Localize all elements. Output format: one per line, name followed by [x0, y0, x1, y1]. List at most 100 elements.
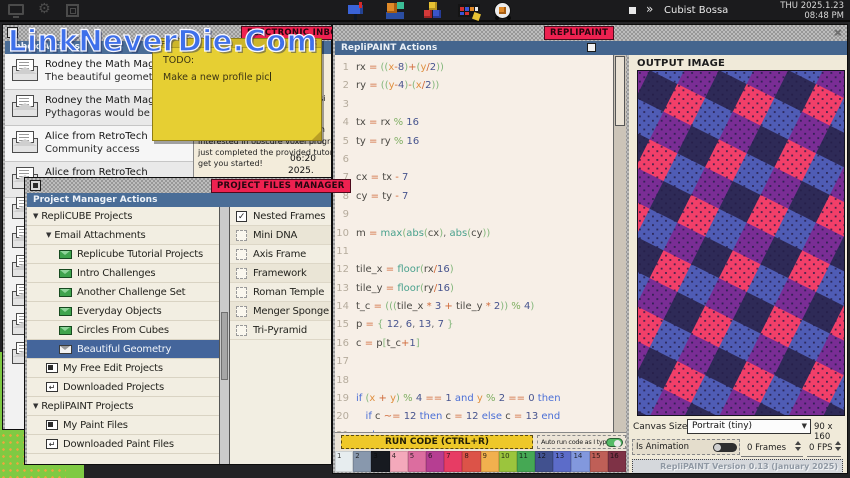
file-checkbox[interactable]: ✓ — [236, 211, 247, 222]
output-image — [637, 70, 845, 416]
palette-swatch-6[interactable]: 6 — [426, 451, 444, 472]
file-checkbox[interactable] — [236, 287, 247, 298]
code-token: and — [455, 393, 474, 404]
run-toolbar: RUN CODE (CTRL+R) Auto run code as I typ… — [335, 432, 626, 451]
tree-item[interactable]: ▼Email Attachments — [27, 226, 219, 245]
code-token: rx — [381, 117, 391, 128]
palette-swatch-11[interactable]: 11 — [517, 451, 535, 472]
replipaint-tag: REPLIPAINT — [544, 26, 614, 40]
code-token: )) — [431, 80, 439, 91]
code-token: ) — [450, 283, 454, 294]
code-token: cx — [428, 228, 439, 239]
window-menu-button[interactable] — [30, 180, 41, 191]
file-list-item[interactable]: Menger Sponge — [230, 302, 331, 321]
code-line: 10m = max(abs(cx), abs(cy)) — [335, 225, 613, 243]
replipaint-titlebar[interactable]: RepliPAINT Actions — [335, 41, 847, 55]
code-token: = — [371, 172, 379, 183]
palette-swatch-15[interactable]: 15 — [590, 451, 608, 472]
run-code-button[interactable]: RUN CODE (CTRL+R) — [341, 435, 533, 449]
tree-item[interactable]: Beautiful Geometry — [27, 340, 219, 359]
tree-item[interactable]: ▼RepliCUBE Projects — [27, 207, 219, 226]
file-checkbox[interactable] — [236, 325, 247, 336]
palette-swatch-8[interactable]: 8 — [462, 451, 480, 472]
tree-item[interactable]: ↵Downloaded Paint Files — [27, 435, 219, 454]
code-token: abs — [450, 228, 468, 239]
envelope-icon — [12, 102, 38, 117]
project-manager-titlebar[interactable]: Project Manager Actions — [27, 193, 331, 207]
envelope-icon — [59, 307, 72, 316]
palette-icon[interactable] — [458, 2, 482, 21]
tree-item[interactable]: Everyday Objects — [27, 302, 219, 321]
palette-swatch-12[interactable]: 12 — [535, 451, 553, 472]
tree-item[interactable]: My Paint Files — [27, 416, 219, 435]
avatar-icon[interactable] — [494, 2, 518, 21]
file-checkbox[interactable] — [236, 249, 247, 260]
pane-splitter-button[interactable] — [587, 43, 596, 52]
palette-swatch-10[interactable]: 10 — [499, 451, 517, 472]
music-skip-icon[interactable]: » — [646, 2, 653, 16]
code-editor[interactable]: 1rx = ((x-8)+(y/2))2ry = ((y-4)-(x/2))34… — [335, 55, 613, 432]
line-number: 17 — [335, 353, 349, 371]
fps-stepper[interactable] — [835, 441, 842, 453]
palette-swatch-7[interactable]: 7 — [444, 451, 462, 472]
replicube-icon[interactable] — [386, 2, 410, 21]
line-number: 13 — [335, 280, 349, 298]
file-list-item[interactable]: Framework — [230, 264, 331, 283]
tree-item[interactable]: Circles From Cubes — [27, 321, 219, 340]
frames-stepper[interactable] — [795, 441, 802, 453]
code-token: == — [425, 393, 442, 404]
mailbox-icon[interactable] — [348, 2, 372, 21]
palette-swatch-16[interactable]: 16 — [608, 451, 626, 472]
tree-item-label: Downloaded Paint Files — [63, 439, 174, 450]
monitor-icon[interactable] — [8, 4, 24, 15]
palette-swatch-1[interactable]: 1 — [335, 451, 353, 472]
file-checkbox[interactable] — [236, 268, 247, 279]
tree-item-label: Replicube Tutorial Projects — [77, 249, 203, 260]
canvas-size-dropdown[interactable]: Portrait (tiny) — [687, 419, 811, 434]
palette-swatch-4[interactable]: 4 — [390, 451, 408, 472]
code-token: ) — [450, 264, 454, 275]
tree-item[interactable]: Replicube Tutorial Projects — [27, 245, 219, 264]
file-list-item[interactable]: Roman Temple — [230, 283, 331, 302]
code-scrollbar[interactable] — [613, 55, 626, 432]
swatch-number: 3 — [373, 452, 377, 460]
music-stop-icon[interactable]: ■ — [629, 7, 636, 14]
tree-item[interactable]: ▼RepliPAINT Projects — [27, 397, 219, 416]
sticky-note-line: Make a new profile pic — [163, 72, 271, 83]
tree-item-label: Email Attachments — [54, 230, 145, 241]
palette-swatch-5[interactable]: 5 — [408, 451, 426, 472]
code-token: ~= — [384, 411, 401, 422]
tree-item[interactable]: My Free Edit Projects — [27, 359, 219, 378]
save-icon[interactable] — [66, 4, 79, 17]
is-animation-toggle[interactable] — [713, 443, 737, 452]
tree-item[interactable]: ↵Downloaded Projects — [27, 378, 219, 397]
swatch-number: 2 — [355, 452, 359, 460]
palette-swatch-9[interactable]: 9 — [481, 451, 499, 472]
scrollbar-thumb[interactable] — [615, 56, 625, 126]
close-icon[interactable]: × — [833, 27, 842, 39]
tree-item[interactable]: Another Challenge Set — [27, 283, 219, 302]
code-token: floor — [397, 264, 420, 275]
code-token: max — [381, 228, 403, 239]
file-list-item[interactable]: ✓Nested Frames — [230, 207, 331, 226]
line-number: 6 — [335, 151, 349, 169]
scrollbar-thumb[interactable] — [221, 312, 228, 380]
palette-swatch-13[interactable]: 13 — [553, 451, 571, 472]
file-checkbox[interactable] — [236, 230, 247, 241]
cubes-icon[interactable] — [424, 2, 448, 21]
palette-swatch-3[interactable]: 3 — [371, 451, 389, 472]
file-list-item[interactable]: Mini DNA — [230, 226, 331, 245]
palette-swatch-14[interactable]: 14 — [571, 451, 589, 472]
gear-icon[interactable]: ⚙ — [38, 2, 51, 16]
file-list-item[interactable]: Tri-Pyramid — [230, 321, 331, 340]
file-list-item[interactable]: Axis Frame — [230, 245, 331, 264]
swatch-number: 16 — [610, 452, 619, 460]
tree-item[interactable]: Intro Challenges — [27, 264, 219, 283]
palette-swatch-2[interactable]: 2 — [353, 451, 371, 472]
code-token: = — [369, 80, 377, 91]
autorun-toggle[interactable] — [606, 438, 623, 447]
project-files-list: ✓Nested FramesMini DNAAxis FrameFramewor… — [230, 207, 331, 464]
tree-scrollbar[interactable] — [219, 207, 230, 464]
code-token: (( — [381, 80, 389, 91]
file-checkbox[interactable] — [236, 306, 247, 317]
